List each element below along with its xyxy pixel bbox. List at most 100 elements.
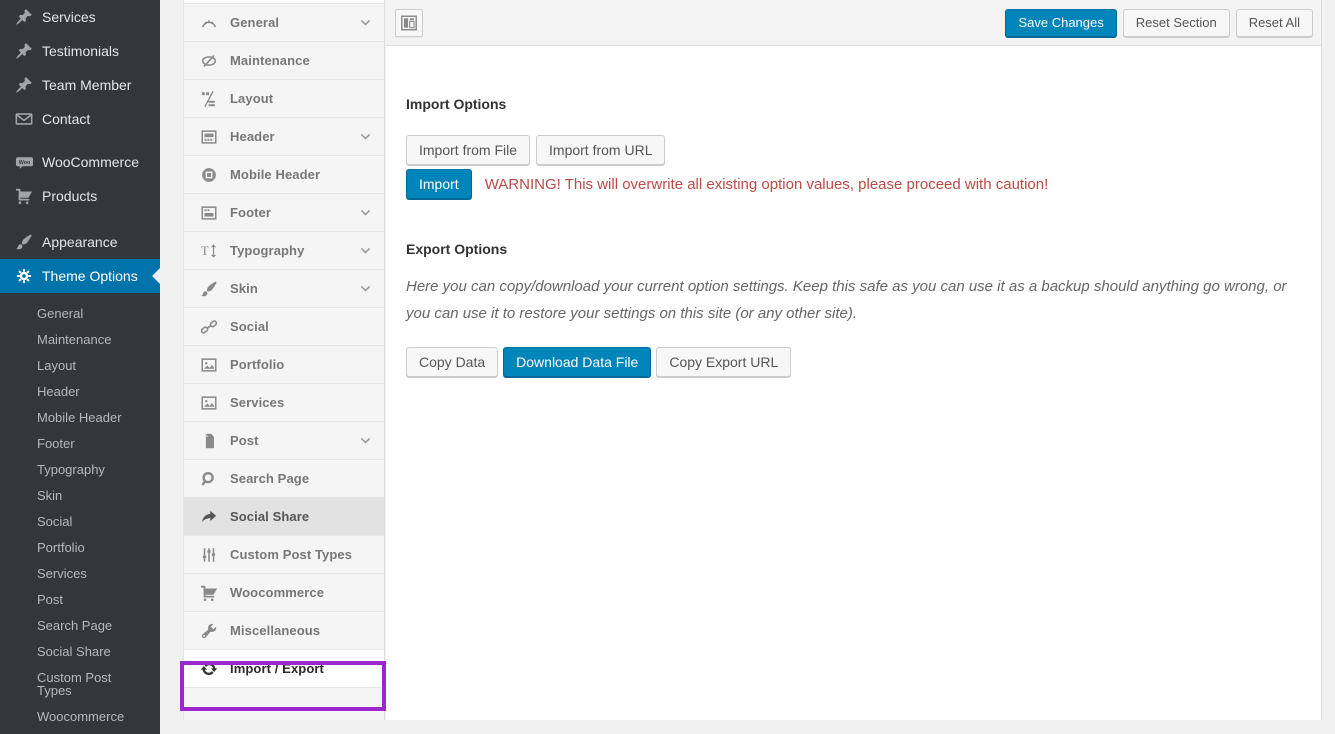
image-icon [200, 394, 218, 412]
pin-icon [14, 75, 34, 95]
submenu-item-layout[interactable]: Layout [0, 353, 160, 379]
theme-menu-item-header[interactable]: Header [184, 118, 384, 156]
theme-menu-label: Skin [230, 281, 258, 296]
theme-menu-item-skin[interactable]: Skin [184, 270, 384, 308]
sidebar-item-products[interactable]: Products [0, 179, 160, 213]
theme-menu-item-general[interactable]: General [184, 4, 384, 42]
import-from-file-button[interactable]: Import from File [406, 135, 530, 165]
brush-icon [14, 232, 34, 252]
chevron-down-icon [359, 282, 372, 295]
sidebar-item-label: Team Member [42, 77, 131, 93]
envelope-icon [14, 109, 34, 129]
copy-data-button[interactable]: Copy Data [406, 347, 498, 377]
sidebar-item-testimonials[interactable]: Testimonials [0, 34, 160, 68]
theme-menu-item-layout[interactable]: Layout [184, 80, 384, 118]
theme-menu-item-maintenance[interactable]: Maintenance [184, 42, 384, 80]
theme-menu-item-woocommerce[interactable]: Woocommerce [184, 574, 384, 612]
gear-icon [14, 266, 34, 286]
pin-icon [14, 41, 34, 61]
theme-menu-label: Layout [230, 91, 273, 106]
reset-all-button[interactable]: Reset All [1236, 9, 1313, 37]
theme-menu-label: Header [230, 129, 275, 144]
theme-menu-label: Woocommerce [230, 585, 324, 600]
svg-text:Woo: Woo [18, 160, 30, 166]
cart-icon [200, 584, 218, 602]
reset-section-button[interactable]: Reset Section [1123, 9, 1230, 37]
theme-menu-label: Post [230, 433, 259, 448]
submenu-item-portfolio[interactable]: Portfolio [0, 535, 160, 561]
sidebar-item-services[interactable]: Services [0, 0, 160, 34]
pin-icon [14, 7, 34, 27]
submenu-item-general[interactable]: General [0, 301, 160, 327]
theme-menu-item-miscellaneous[interactable]: Miscellaneous [184, 612, 384, 650]
cart-icon [14, 186, 34, 206]
import-warning-text: WARNING! This will overwrite all existin… [485, 176, 1049, 193]
link-icon [200, 318, 218, 336]
theme-menu-item-search-page[interactable]: Search Page [184, 460, 384, 498]
import-export-section: Import Options Import from File Import f… [386, 46, 1321, 377]
import-action-row: Import WARNING! This will overwrite all … [406, 169, 1301, 199]
download-data-file-button[interactable]: Download Data File [503, 347, 651, 377]
submenu-item-header[interactable]: Header [0, 379, 160, 405]
theme-menu-label: Footer [230, 205, 271, 220]
theme-menu-label: General [230, 15, 279, 30]
image-icon [200, 356, 218, 374]
topbar-actions: Save Changes Reset Section Reset All [1005, 9, 1313, 37]
sidebar-item-label: Appearance [42, 234, 118, 250]
sliders-icon [200, 546, 218, 564]
copy-export-url-button[interactable]: Copy Export URL [656, 347, 791, 377]
chevron-down-icon [359, 16, 372, 29]
theme-menu-label: Social Share [230, 509, 309, 524]
theme-options-menu-panel: General Maintenance Layout Header Mobile… [183, 0, 385, 720]
expand-options-button[interactable] [395, 9, 423, 37]
sidebar-item-woocommerce[interactable]: Woo WooCommerce [0, 145, 160, 179]
sidebar-item-team-member[interactable]: Team Member [0, 68, 160, 102]
chevron-down-icon [359, 244, 372, 257]
theme-menu-item-portfolio[interactable]: Portfolio [184, 346, 384, 384]
sidebar-item-label: Theme Options [42, 268, 138, 284]
theme-options-submenu: General Maintenance Layout Header Mobile… [0, 293, 160, 734]
theme-menu-item-custom-post-types[interactable]: Custom Post Types [184, 536, 384, 574]
theme-menu-label: Services [230, 395, 284, 410]
theme-menu-item-footer[interactable]: Footer [184, 194, 384, 232]
submenu-item-maintenance[interactable]: Maintenance [0, 327, 160, 353]
import-from-url-button[interactable]: Import from URL [536, 135, 665, 165]
post-icon [200, 432, 218, 450]
theme-menu-item-import-export[interactable]: Import / Export [184, 650, 384, 688]
import-button[interactable]: Import [406, 169, 472, 199]
circle-icon [200, 166, 218, 184]
sidebar-separator [0, 136, 160, 145]
sidebar-item-contact[interactable]: Contact [0, 102, 160, 136]
submenu-item-services[interactable]: Services [0, 561, 160, 587]
theme-menu-item-mobile-header[interactable]: Mobile Header [184, 156, 384, 194]
sidebar-item-label: Contact [42, 111, 90, 127]
theme-menu-item-post[interactable]: Post [184, 422, 384, 460]
sidebar-item-appearance[interactable]: Appearance [0, 225, 160, 259]
theme-menu-item-typography[interactable]: T Typography [184, 232, 384, 270]
sidebar-item-label: Testimonials [42, 43, 119, 59]
submenu-item-social[interactable]: Social [0, 509, 160, 535]
gauge-icon [200, 14, 218, 32]
chevron-down-icon [359, 434, 372, 447]
wrench-icon [200, 622, 218, 640]
submenu-item-woocommerce[interactable]: Woocommerce [0, 704, 160, 730]
theme-menu-label: Import / Export [230, 661, 324, 676]
submenu-item-skin[interactable]: Skin [0, 483, 160, 509]
theme-options-content: Save Changes Reset Section Reset All Imp… [386, 0, 1322, 720]
sidebar-item-theme-options[interactable]: Theme Options [0, 259, 160, 293]
submenu-item-custom-post-types[interactable]: Custom Post Types [0, 665, 160, 704]
theme-menu-item-social[interactable]: Social [184, 308, 384, 346]
options-topbar: Save Changes Reset Section Reset All [386, 0, 1321, 46]
svg-text:T: T [201, 244, 209, 258]
submenu-item-post[interactable]: Post [0, 587, 160, 613]
save-changes-button[interactable]: Save Changes [1005, 9, 1116, 37]
theme-menu-label: Typography [230, 243, 304, 258]
submenu-item-footer[interactable]: Footer [0, 431, 160, 457]
theme-menu-label: Search Page [230, 471, 309, 486]
submenu-item-mobile-header[interactable]: Mobile Header [0, 405, 160, 431]
theme-menu-item-social-share[interactable]: Social Share [184, 498, 384, 536]
submenu-item-search-page[interactable]: Search Page [0, 613, 160, 639]
submenu-item-social-share[interactable]: Social Share [0, 639, 160, 665]
submenu-item-typography[interactable]: Typography [0, 457, 160, 483]
theme-menu-item-services[interactable]: Services [184, 384, 384, 422]
